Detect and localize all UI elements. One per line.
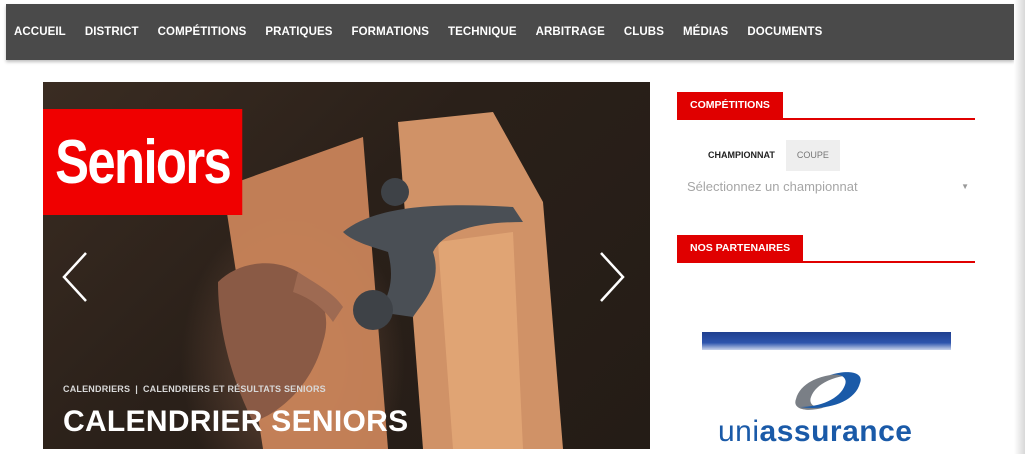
chevron-right-icon xyxy=(600,252,625,302)
hero-slider[interactable]: Seniors CALENDRIERS | CALENDRIERS ET RÉSUL… xyxy=(43,82,650,449)
page-edge-shadow xyxy=(1014,0,1025,454)
partner-logo-uniassurance[interactable]: uniassurance xyxy=(702,332,951,449)
brand-text-assurance: assurance xyxy=(759,415,913,448)
breadcrumb-separator: | xyxy=(135,384,138,394)
caret-down-icon: ▼ xyxy=(961,181,969,191)
brand-text-uni: uni xyxy=(718,415,760,448)
main-nav: ACCUEIL DISTRICT COMPÉTITIONS PRATIQUES … xyxy=(6,4,1014,60)
nav-item-accueil[interactable]: ACCUEIL xyxy=(14,26,66,38)
nav-item-clubs[interactable]: CLUBS xyxy=(624,26,664,38)
slider-prev-button[interactable] xyxy=(56,247,96,307)
partners-heading: NOS PARTENAIRES xyxy=(677,235,804,261)
chevron-left-icon xyxy=(62,252,87,302)
nav-item-formations[interactable]: FORMATIONS xyxy=(352,26,429,38)
slide-title[interactable]: CALENDRIER SENIORS xyxy=(63,405,408,439)
partner-banner-bar xyxy=(702,332,951,350)
tab-championnat[interactable]: CHAMPIONNAT xyxy=(697,140,786,171)
championnat-select-placeholder: Sélectionnez un championnat xyxy=(687,178,858,194)
nav-item-technique[interactable]: TECHNIQUE xyxy=(448,26,517,38)
competitions-widget-header: COMPÉTITIONS xyxy=(677,92,975,120)
nav-item-district[interactable]: DISTRICT xyxy=(85,26,139,38)
nav-item-documents[interactable]: DOCUMENTS xyxy=(747,26,822,38)
category-badge: Seniors xyxy=(43,109,243,215)
nav-item-pratiques[interactable]: PRATIQUES xyxy=(265,26,332,38)
competition-tabs: CHAMPIONNAT COUPE xyxy=(697,140,840,171)
breadcrumb-link-calendriers-resultats[interactable]: CALENDRIERS ET RÉSULTATS SENIORS xyxy=(143,384,326,394)
partner-brand-name: uniassurance xyxy=(718,415,912,449)
tab-coupe[interactable]: COUPE xyxy=(785,140,840,171)
slider-next-button[interactable] xyxy=(593,247,633,307)
partners-widget-header: NOS PARTENAIRES xyxy=(677,235,975,263)
competitions-heading: COMPÉTITIONS xyxy=(677,92,783,118)
nav-item-competitions[interactable]: COMPÉTITIONS xyxy=(158,26,247,38)
uniassurance-logo-icon xyxy=(795,372,861,410)
nav-item-arbitrage[interactable]: ARBITRAGE xyxy=(536,26,605,38)
championnat-select[interactable]: Sélectionnez un championnat ▼ xyxy=(687,176,975,196)
nav-item-medias[interactable]: MÉDIAS xyxy=(683,26,728,38)
breadcrumb-link-calendriers[interactable]: CALENDRIERS xyxy=(63,384,130,394)
slide-breadcrumb: CALENDRIERS | CALENDRIERS ET RÉSULTATS SEN… xyxy=(63,384,326,394)
